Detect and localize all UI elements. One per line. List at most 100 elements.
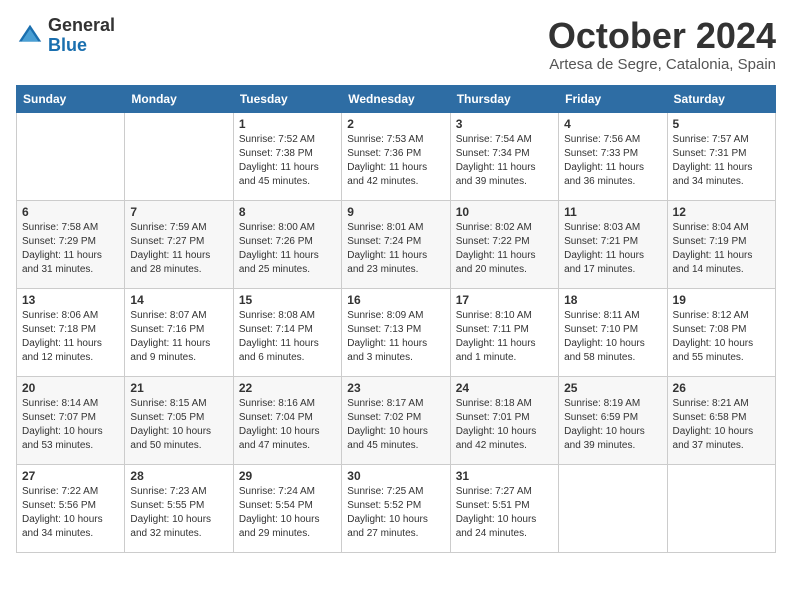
day-number: 16 bbox=[347, 293, 444, 307]
calendar-cell: 16 Sunrise: 8:09 AMSunset: 7:13 PMDayligh… bbox=[342, 288, 450, 376]
calendar-cell bbox=[17, 112, 125, 200]
day-info: Sunrise: 7:57 AMSunset: 7:31 PMDaylight:… bbox=[673, 133, 770, 189]
calendar-cell: 27 Sunrise: 7:22 AMSunset: 5:56 PMDayligh… bbox=[17, 464, 125, 552]
weekday-header: Monday bbox=[125, 85, 233, 112]
calendar-cell: 9 Sunrise: 8:01 AMSunset: 7:24 PMDaylight… bbox=[342, 200, 450, 288]
month-title: October 2024 bbox=[548, 16, 776, 56]
calendar-cell: 31 Sunrise: 7:27 AMSunset: 5:51 PMDayligh… bbox=[450, 464, 558, 552]
calendar-cell: 8 Sunrise: 8:00 AMSunset: 7:26 PMDaylight… bbox=[233, 200, 341, 288]
calendar-week-row: 27 Sunrise: 7:22 AMSunset: 5:56 PMDayligh… bbox=[17, 464, 776, 552]
day-number: 22 bbox=[239, 381, 336, 395]
day-number: 19 bbox=[673, 293, 770, 307]
day-number: 30 bbox=[347, 469, 444, 483]
day-number: 3 bbox=[456, 117, 553, 131]
day-number: 10 bbox=[456, 205, 553, 219]
title-block: October 2024 Artesa de Segre, Catalonia,… bbox=[548, 16, 776, 73]
day-number: 13 bbox=[22, 293, 119, 307]
calendar-cell: 3Sunrise: 7:54 AMSunset: 7:34 PMDaylight… bbox=[450, 112, 558, 200]
day-info: Sunrise: 8:07 AMSunset: 7:16 PMDaylight:… bbox=[130, 309, 227, 365]
calendar-cell: 13 Sunrise: 8:06 AMSunset: 7:18 PMDayligh… bbox=[17, 288, 125, 376]
calendar-cell: 22 Sunrise: 8:16 AMSunset: 7:04 PMDayligh… bbox=[233, 376, 341, 464]
day-info: Sunrise: 8:18 AMSunset: 7:01 PMDaylight:… bbox=[456, 397, 553, 453]
logo-icon bbox=[16, 22, 44, 50]
day-number: 23 bbox=[347, 381, 444, 395]
logo-text: General Blue bbox=[48, 16, 115, 56]
day-info: Sunrise: 7:22 AMSunset: 5:56 PMDaylight:… bbox=[22, 485, 119, 541]
day-number: 31 bbox=[456, 469, 553, 483]
calendar-cell bbox=[125, 112, 233, 200]
day-info: Sunrise: 8:03 AMSunset: 7:21 PMDaylight:… bbox=[564, 221, 661, 277]
calendar-table: SundayMondayTuesdayWednesdayThursdayFrid… bbox=[16, 85, 776, 553]
calendar-cell bbox=[667, 464, 775, 552]
calendar-cell: 24 Sunrise: 8:18 AMSunset: 7:01 PMDayligh… bbox=[450, 376, 558, 464]
calendar-cell: 29 Sunrise: 7:24 AMSunset: 5:54 PMDayligh… bbox=[233, 464, 341, 552]
calendar-cell: 23Sunrise: 8:17 AMSunset: 7:02 PMDayligh… bbox=[342, 376, 450, 464]
day-info: Sunrise: 8:04 AMSunset: 7:19 PMDaylight:… bbox=[673, 221, 770, 277]
day-number: 18 bbox=[564, 293, 661, 307]
day-number: 25 bbox=[564, 381, 661, 395]
page-header: General Blue October 2024 Artesa de Segr… bbox=[16, 16, 776, 73]
weekday-header: Wednesday bbox=[342, 85, 450, 112]
day-number: 8 bbox=[239, 205, 336, 219]
calendar-cell: 18 Sunrise: 8:11 AMSunset: 7:10 PMDayligh… bbox=[559, 288, 667, 376]
calendar-cell: 5 Sunrise: 7:57 AMSunset: 7:31 PMDaylight… bbox=[667, 112, 775, 200]
logo: General Blue bbox=[16, 16, 115, 56]
calendar-cell: 4 Sunrise: 7:56 AMSunset: 7:33 PMDaylight… bbox=[559, 112, 667, 200]
day-number: 11 bbox=[564, 205, 661, 219]
day-number: 28 bbox=[130, 469, 227, 483]
day-info: Sunrise: 8:11 AMSunset: 7:10 PMDaylight:… bbox=[564, 309, 661, 365]
calendar-cell: 20 Sunrise: 8:14 AMSunset: 7:07 PMDayligh… bbox=[17, 376, 125, 464]
day-number: 15 bbox=[239, 293, 336, 307]
day-info: Sunrise: 7:56 AMSunset: 7:33 PMDaylight:… bbox=[564, 133, 661, 189]
weekday-header: Sunday bbox=[17, 85, 125, 112]
day-number: 27 bbox=[22, 469, 119, 483]
day-info: Sunrise: 8:00 AMSunset: 7:26 PMDaylight:… bbox=[239, 221, 336, 277]
calendar-week-row: 6 Sunrise: 7:58 AMSunset: 7:29 PMDaylight… bbox=[17, 200, 776, 288]
day-info: Sunrise: 8:09 AMSunset: 7:13 PMDaylight:… bbox=[347, 309, 444, 365]
day-number: 24 bbox=[456, 381, 553, 395]
calendar-cell: 2 Sunrise: 7:53 AMSunset: 7:36 PMDaylight… bbox=[342, 112, 450, 200]
calendar-cell: 26Sunrise: 8:21 AMSunset: 6:58 PMDayligh… bbox=[667, 376, 775, 464]
weekday-header: Friday bbox=[559, 85, 667, 112]
day-info: Sunrise: 7:58 AMSunset: 7:29 PMDaylight:… bbox=[22, 221, 119, 277]
day-number: 4 bbox=[564, 117, 661, 131]
day-info: Sunrise: 7:59 AMSunset: 7:27 PMDaylight:… bbox=[130, 221, 227, 277]
calendar-cell: 25Sunrise: 8:19 AMSunset: 6:59 PMDayligh… bbox=[559, 376, 667, 464]
day-number: 6 bbox=[22, 205, 119, 219]
calendar-week-row: 1Sunrise: 7:52 AMSunset: 7:38 PMDaylight… bbox=[17, 112, 776, 200]
day-info: Sunrise: 8:02 AMSunset: 7:22 PMDaylight:… bbox=[456, 221, 553, 277]
day-number: 20 bbox=[22, 381, 119, 395]
calendar-cell: 30Sunrise: 7:25 AMSunset: 5:52 PMDayligh… bbox=[342, 464, 450, 552]
calendar-cell: 12Sunrise: 8:04 AMSunset: 7:19 PMDayligh… bbox=[667, 200, 775, 288]
calendar-cell: 14 Sunrise: 8:07 AMSunset: 7:16 PMDayligh… bbox=[125, 288, 233, 376]
day-number: 9 bbox=[347, 205, 444, 219]
calendar-cell: 28 Sunrise: 7:23 AMSunset: 5:55 PMDayligh… bbox=[125, 464, 233, 552]
calendar-cell: 15 Sunrise: 8:08 AMSunset: 7:14 PMDayligh… bbox=[233, 288, 341, 376]
calendar-cell: 19Sunrise: 8:12 AMSunset: 7:08 PMDayligh… bbox=[667, 288, 775, 376]
day-number: 2 bbox=[347, 117, 444, 131]
day-number: 29 bbox=[239, 469, 336, 483]
weekday-header: Saturday bbox=[667, 85, 775, 112]
weekday-header: Thursday bbox=[450, 85, 558, 112]
calendar-week-row: 13 Sunrise: 8:06 AMSunset: 7:18 PMDayligh… bbox=[17, 288, 776, 376]
calendar-cell: 7Sunrise: 7:59 AMSunset: 7:27 PMDaylight… bbox=[125, 200, 233, 288]
day-number: 21 bbox=[130, 381, 227, 395]
day-info: Sunrise: 7:24 AMSunset: 5:54 PMDaylight:… bbox=[239, 485, 336, 541]
calendar-cell: 6 Sunrise: 7:58 AMSunset: 7:29 PMDaylight… bbox=[17, 200, 125, 288]
day-info: Sunrise: 8:08 AMSunset: 7:14 PMDaylight:… bbox=[239, 309, 336, 365]
day-info: Sunrise: 8:15 AMSunset: 7:05 PMDaylight:… bbox=[130, 397, 227, 453]
day-info: Sunrise: 7:53 AMSunset: 7:36 PMDaylight:… bbox=[347, 133, 444, 189]
day-number: 1 bbox=[239, 117, 336, 131]
calendar-cell: 21 Sunrise: 8:15 AMSunset: 7:05 PMDayligh… bbox=[125, 376, 233, 464]
day-info: Sunrise: 7:27 AMSunset: 5:51 PMDaylight:… bbox=[456, 485, 553, 541]
day-number: 26 bbox=[673, 381, 770, 395]
location: Artesa de Segre, Catalonia, Spain bbox=[548, 56, 776, 73]
day-number: 14 bbox=[130, 293, 227, 307]
day-info: Sunrise: 8:14 AMSunset: 7:07 PMDaylight:… bbox=[22, 397, 119, 453]
day-info: Sunrise: 8:01 AMSunset: 7:24 PMDaylight:… bbox=[347, 221, 444, 277]
day-number: 5 bbox=[673, 117, 770, 131]
day-info: Sunrise: 7:23 AMSunset: 5:55 PMDaylight:… bbox=[130, 485, 227, 541]
calendar-cell: 1Sunrise: 7:52 AMSunset: 7:38 PMDaylight… bbox=[233, 112, 341, 200]
day-info: Sunrise: 8:16 AMSunset: 7:04 PMDaylight:… bbox=[239, 397, 336, 453]
day-info: Sunrise: 8:06 AMSunset: 7:18 PMDaylight:… bbox=[22, 309, 119, 365]
